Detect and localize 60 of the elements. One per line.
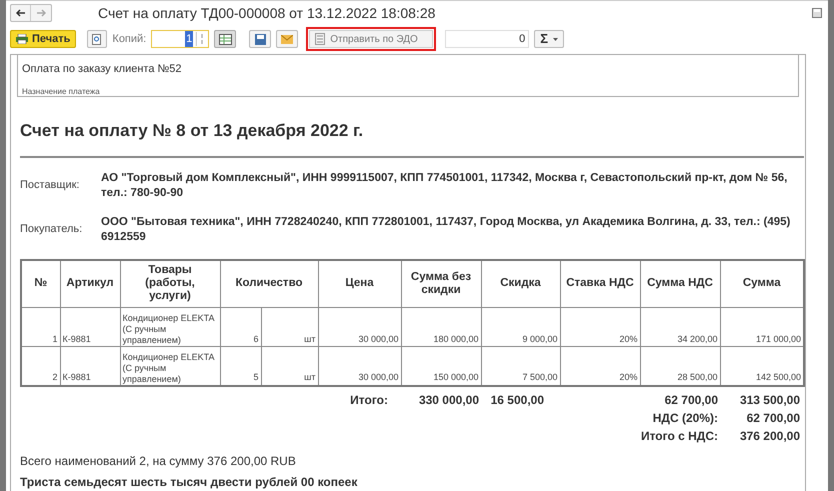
column-header: Сумма без скидки (401, 260, 481, 308)
table-cell: Кондиционер ELEKTA (С ручным управлением) (120, 308, 220, 346)
table-cell: К-9881 (60, 308, 120, 346)
magnifier-icon (92, 34, 102, 44)
total-value: 62 700,00 (664, 392, 718, 408)
printer-icon (16, 34, 28, 44)
party-details: ООО "Бытовая техника", ИНН 7728240240, КПП 772801001, 117437, Город Москва, ул Академика Волгина, д. 33, тел.: (495) 6912559 (101, 214, 791, 244)
print-button[interactable]: Печать (10, 30, 76, 48)
document-icon (315, 33, 326, 45)
table-cell: К-9881 (60, 346, 120, 386)
column-header: Ставка НДС (560, 260, 640, 308)
table-cell: 180 000,00 (401, 308, 481, 346)
column-header: № (21, 260, 60, 308)
total-value: 313 500,00 (738, 392, 800, 408)
party-label: Поставщик: (20, 178, 80, 194)
total-value: 330 000,00 (418, 392, 479, 408)
note-label: Назначение платежа (22, 86, 101, 98)
table-cell: 9 000,00 (481, 308, 560, 346)
total-value: 16 500,00 (490, 392, 545, 408)
table-cell: 30 000,00 (318, 308, 401, 346)
amount-in-words: Триста семьдесят шесть тысяч двести рублей 00 копеек (20, 474, 358, 490)
column-header: Артикул (60, 260, 120, 308)
copies-value: 1 (185, 30, 194, 48)
column-header: Сумма НДС (640, 260, 720, 308)
back-arrow-icon (16, 9, 26, 17)
copies-label: Копий: (112, 32, 146, 47)
counter-field[interactable]: 0 (445, 30, 530, 48)
column-header: Количество (220, 260, 318, 308)
note-value: Оплата по заказу клиента №52 (22, 62, 183, 77)
totals-label: Итого с НДС: (640, 428, 718, 444)
total-value: 62 700,00 (746, 410, 800, 426)
envelope-icon (281, 34, 294, 44)
invoice-title: Счет на оплату № 8 от 13 декабря 2022 г. (20, 118, 804, 158)
note-field[interactable]: Оплата по заказу клиента №52 Назначение платежа (17, 55, 799, 97)
email-button[interactable] (276, 30, 298, 48)
party-label: Покупатель: (20, 222, 84, 238)
window-title: Счет на оплату ТД00-000008 от 13.12.2022 18:08:28 (98, 4, 436, 23)
table-cell: 6 (220, 308, 261, 346)
forward-arrow-icon (36, 9, 46, 17)
preview-button[interactable] (87, 30, 108, 48)
total-value: 376 200,00 (738, 428, 800, 444)
totals-label: Итого: (349, 392, 389, 408)
copies-field[interactable]: 1 (151, 30, 210, 48)
table-cell: 1 (21, 308, 60, 346)
table-cell: Кондиционер ELEKTA (С ручным управлением) (120, 346, 220, 386)
column-header: Цена (318, 260, 401, 308)
table-icon (218, 34, 232, 44)
send-edo-button[interactable]: Отправить по ЭДО (309, 30, 434, 48)
totals-label: НДС (20%): (652, 410, 718, 426)
sum-button[interactable]: Σ (534, 30, 564, 48)
summary-text: Всего наименований 2, на сумму 376 200,00 RUB (20, 452, 297, 470)
table-cell: шт (261, 308, 318, 346)
party-details: АО "Торговый дом Комплексный", ИНН 9999115007, КПП 774501001, 117342, Москва г, Севастопольский пр-кт, дом № 56, тел.: 780-90-90 (101, 170, 788, 200)
column-header: Товары (работы, услуги) (120, 260, 220, 308)
save-button[interactable] (249, 30, 272, 48)
table-cell: 34 200,00 (640, 308, 720, 346)
caret-icon (553, 38, 558, 40)
settings-button[interactable] (214, 30, 236, 48)
column-header: Скидка (481, 260, 560, 308)
table-cell: 20% (560, 308, 640, 346)
